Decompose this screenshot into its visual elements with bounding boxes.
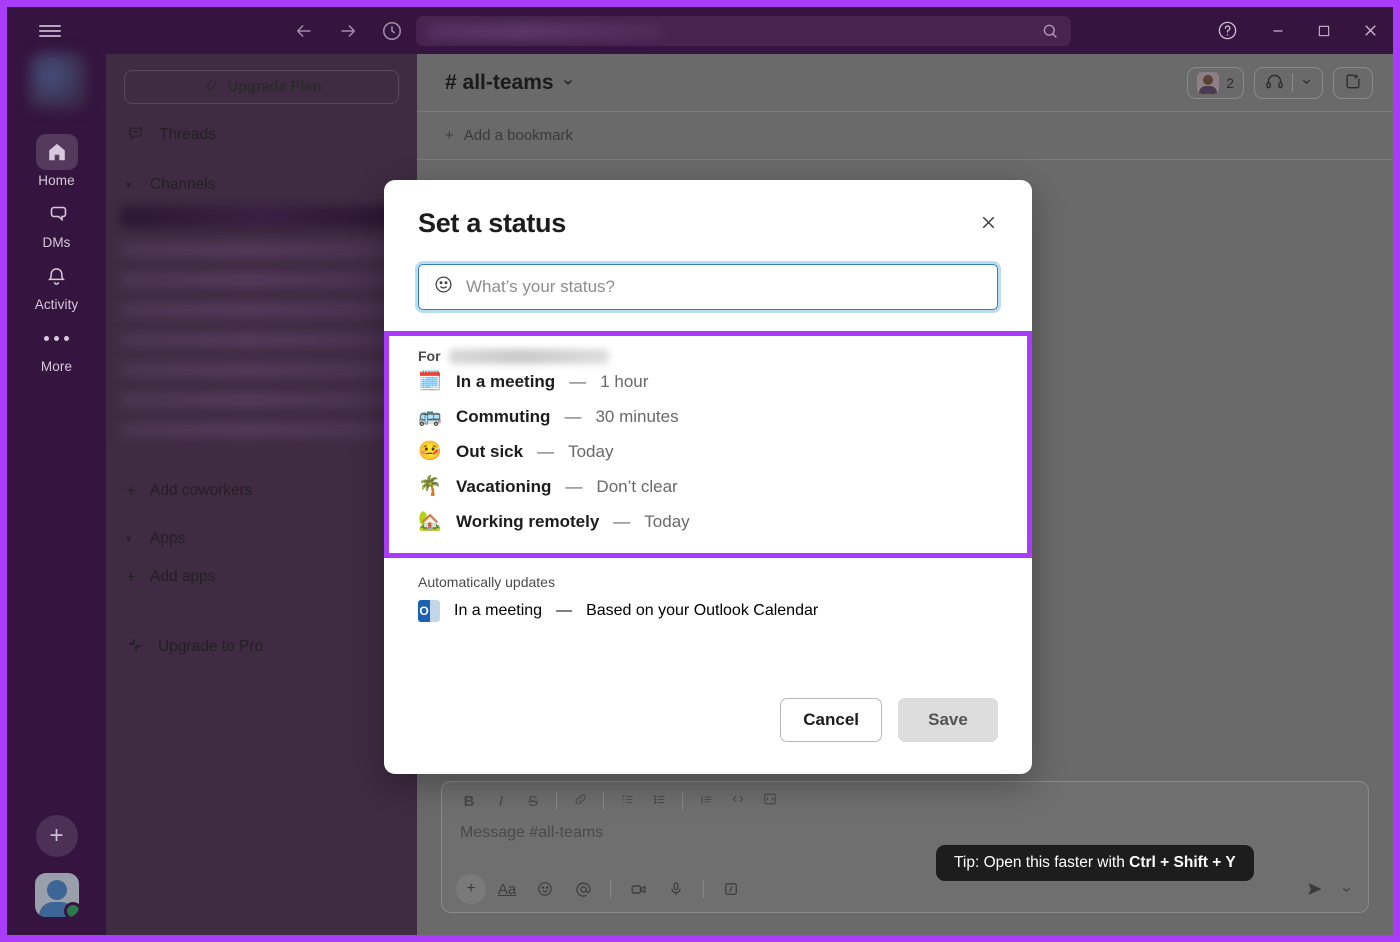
for-label-row: For (384, 348, 1032, 364)
bus-emoji: 🚌 (418, 406, 442, 427)
status-preset-working-remotely[interactable]: 🏡 Working remotely — Today (384, 504, 1032, 539)
smiley-icon[interactable] (433, 274, 454, 300)
preset-status-highlight: For 🗓️ In a meeting — 1 hour 🚌 Commuting… (384, 331, 1032, 558)
status-dash: — (569, 371, 587, 391)
status-name: Out sick (456, 441, 524, 461)
cancel-button[interactable]: Cancel (780, 698, 882, 742)
annotated-screenshot-frame: Home DMs Activity More + Upgrade Plan Th… (0, 0, 1400, 942)
status-auto-outlook[interactable]: O In a meeting — Based on your Outlook C… (384, 590, 1032, 622)
save-button[interactable]: Save (898, 698, 998, 742)
automatic-status-section: Automatically updates O In a meeting — B… (384, 558, 1032, 622)
status-input-placeholder: What’s your status? (466, 277, 615, 296)
set-status-dialog: Set a status What’s your status? For 🗓️ … (384, 180, 1032, 774)
status-name: Working remotely (456, 511, 600, 531)
status-preset-in-a-meeting[interactable]: 🗓️ In a meeting — 1 hour (384, 364, 1032, 399)
close-icon[interactable] (974, 208, 1002, 236)
status-dash: — (613, 511, 631, 531)
status-preset-vacationing[interactable]: 🌴 Vacationing — Don’t clear (384, 469, 1032, 504)
outlook-icon: O (418, 600, 440, 622)
tooltip-shortcut: Ctrl + Shift + Y (1129, 854, 1236, 871)
status-detail: Based on your Outlook Calendar (586, 602, 819, 619)
keyboard-shortcut-tooltip: Tip: Open this faster with Ctrl + Shift … (936, 845, 1254, 881)
status-preset-commuting[interactable]: 🚌 Commuting — 30 minutes (384, 399, 1032, 434)
status-input-focus-ring: What’s your status? (415, 261, 1001, 313)
house-emoji: 🏡 (418, 511, 442, 532)
status-preset-out-sick[interactable]: 🤒 Out sick — Today (384, 434, 1032, 469)
calendar-emoji: 🗓️ (418, 371, 442, 392)
preset-status-list: For 🗓️ In a meeting — 1 hour 🚌 Commuting… (384, 336, 1032, 553)
status-duration: Today (568, 441, 614, 461)
status-input[interactable]: What’s your status? (418, 264, 998, 310)
outlook-icon-letter: O (418, 600, 430, 622)
status-duration: Today (644, 511, 690, 531)
status-dash: — (556, 602, 573, 619)
tooltip-prefix: Tip: Open this faster with (954, 854, 1130, 871)
status-name: Commuting (456, 406, 551, 426)
status-duration: 1 hour (600, 371, 649, 391)
workspace-name-redacted (448, 348, 609, 364)
palm-tree-emoji: 🌴 (418, 476, 442, 497)
status-duration: Don’t clear (596, 476, 678, 496)
sick-face-emoji: 🤒 (418, 441, 442, 462)
status-name: Vacationing (456, 476, 552, 496)
dialog-title: Set a status (418, 208, 566, 238)
slack-window: Home DMs Activity More + Upgrade Plan Th… (7, 7, 1393, 935)
automatically-updates-label: Automatically updates (418, 574, 555, 590)
for-label: For (418, 348, 441, 364)
status-name: In a meeting (454, 602, 543, 619)
dialog-header: Set a status (384, 180, 1032, 239)
status-dash: — (565, 476, 583, 496)
status-dash: — (537, 441, 555, 461)
status-dash: — (564, 406, 582, 426)
dialog-footer: Cancel Save (384, 698, 1032, 774)
status-duration: 30 minutes (595, 406, 679, 426)
status-name: In a meeting (456, 371, 556, 391)
